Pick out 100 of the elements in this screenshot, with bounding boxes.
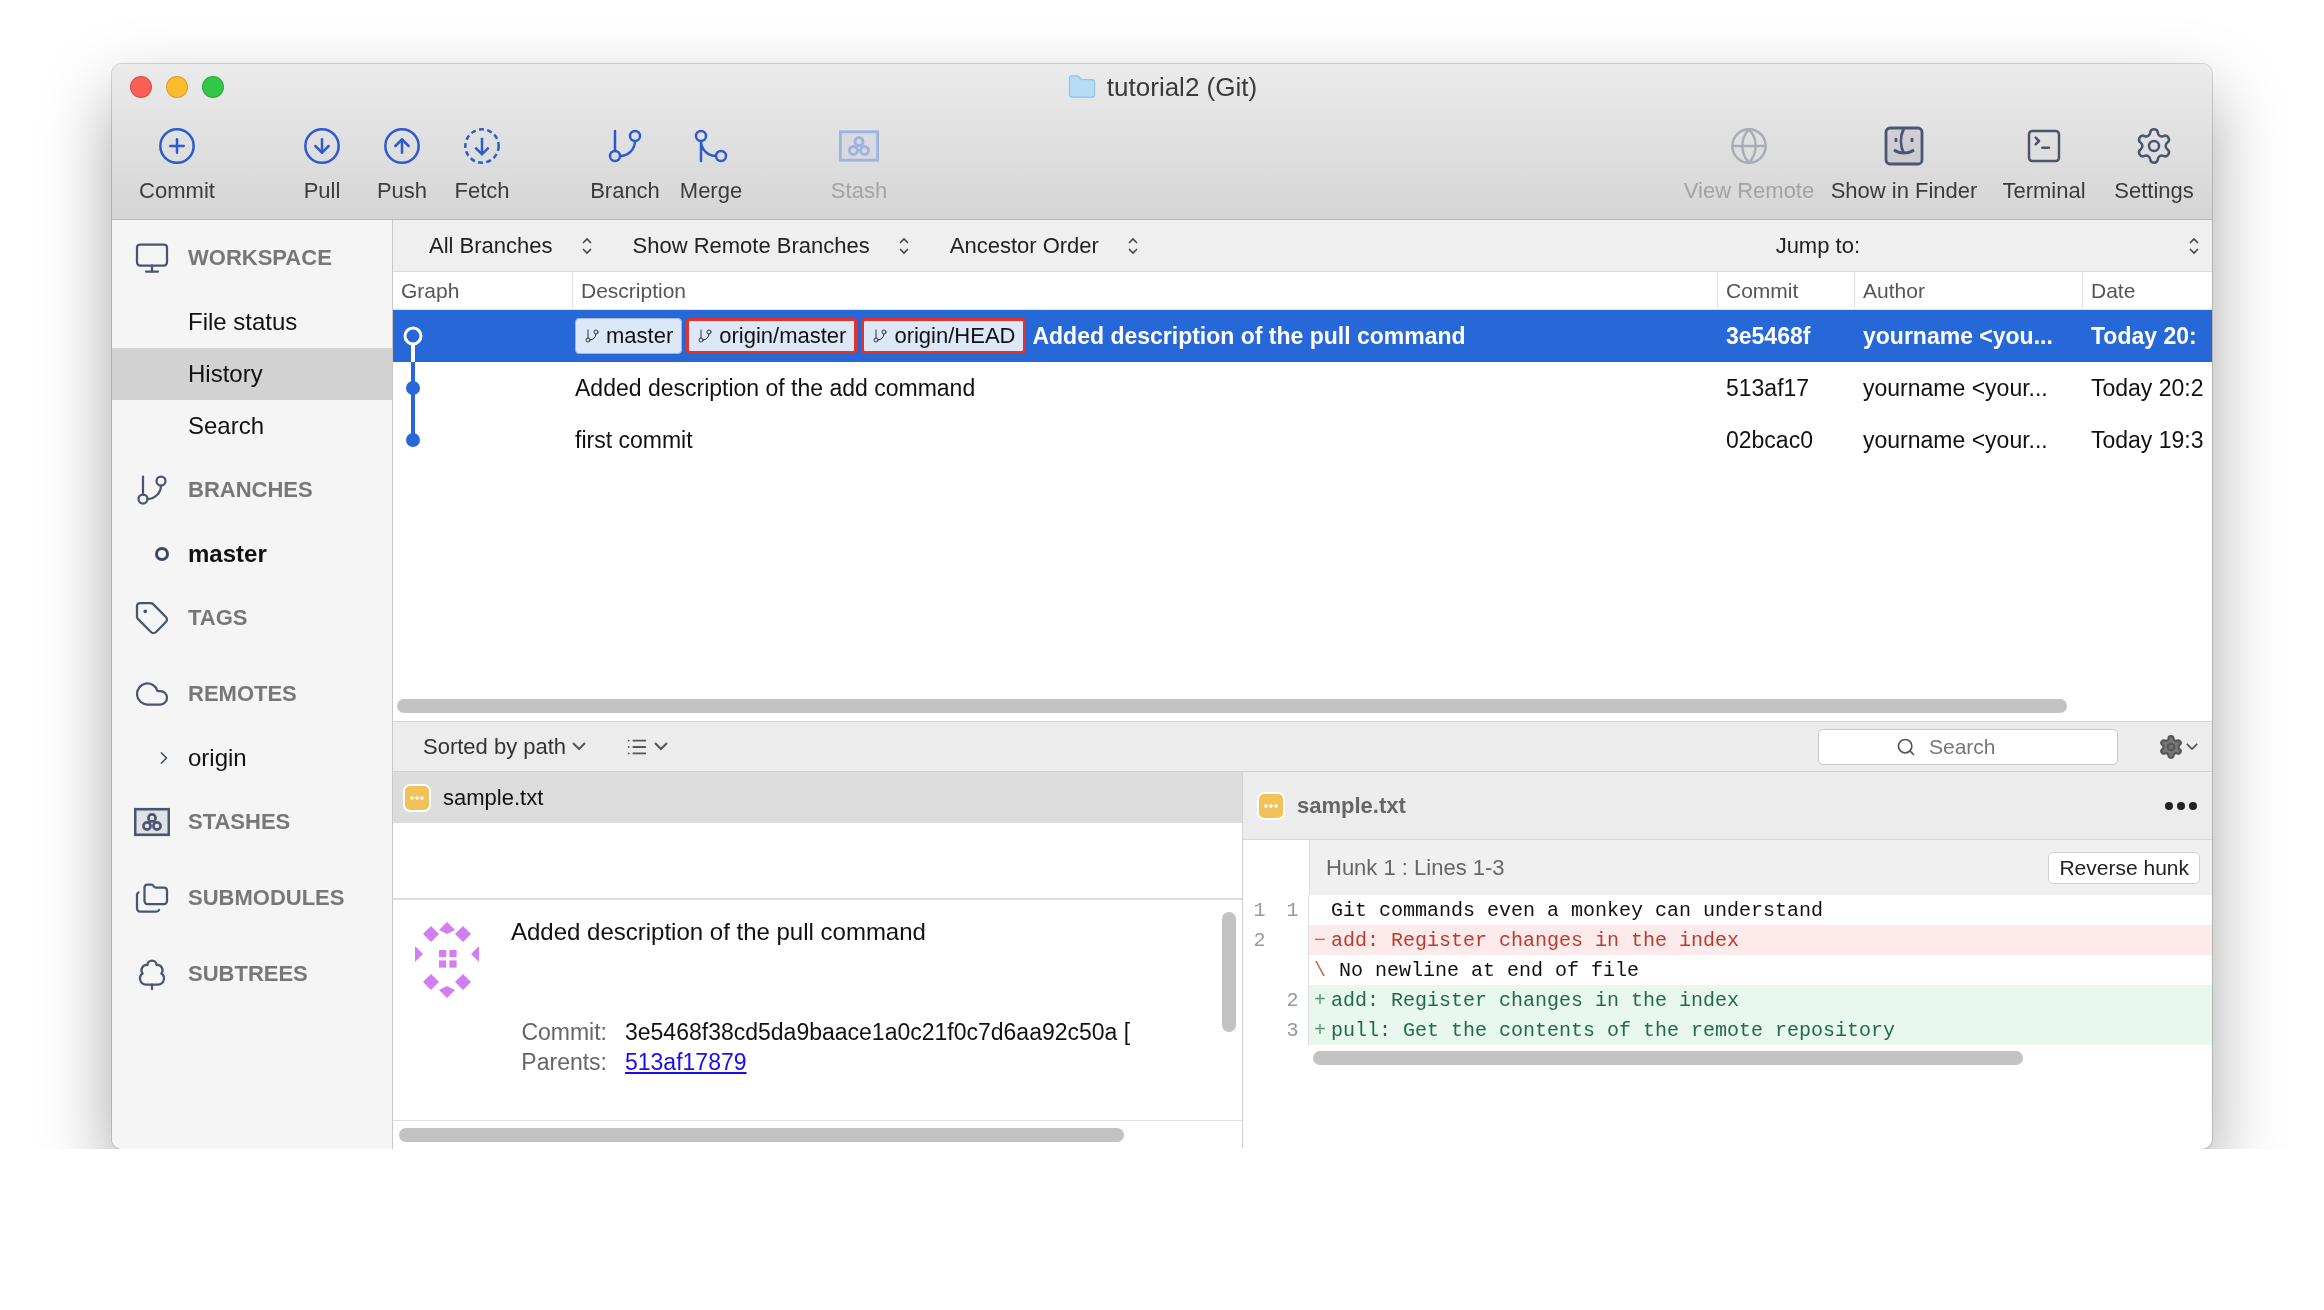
section-header[interactable]: BRANCHES <box>188 477 313 503</box>
diff-line: Git commands even a monkey can understand <box>1331 898 1824 922</box>
line-number: 2 <box>1285 988 1300 1012</box>
diff-sign: + <box>1313 988 1327 1012</box>
sidebar-item[interactable]: master <box>112 528 392 580</box>
download-icon <box>302 125 342 166</box>
sidebar-item[interactable]: origin <box>112 732 392 784</box>
line-number: 2 <box>1252 928 1267 952</box>
finder-icon <box>1884 125 1924 166</box>
field-value: 3e5468f38cd5da9baace1a0c21f0c7d6aa92c50a [ <box>625 1018 1131 1047</box>
up-down-icon <box>580 235 593 256</box>
scrollbar[interactable] <box>397 698 2067 713</box>
branch-tag[interactable]: origin/master <box>686 318 858 354</box>
diff-file-name: sample.txt <box>1297 792 1406 819</box>
tag-icon <box>134 600 170 636</box>
diff-sign: − <box>1313 928 1327 952</box>
more-button[interactable] <box>2164 800 2198 811</box>
commit-message: Added description of the add command <box>575 374 976 402</box>
modified-file-icon <box>403 783 431 812</box>
folders-icon <box>134 880 170 916</box>
chevron-icon <box>654 742 669 751</box>
monitor-icon <box>134 240 170 276</box>
section-header[interactable]: STASHES <box>188 809 291 835</box>
minimize-button[interactable] <box>166 76 188 98</box>
branch-icon <box>697 328 714 344</box>
commit-date: Today 20: <box>2090 322 2198 350</box>
toolbar-button[interactable]: Merge <box>668 125 754 204</box>
column-header[interactable]: Commit <box>1726 278 1799 303</box>
reverse-hunk-button[interactable]: Reverse hunk <box>2048 851 2200 884</box>
section-header[interactable]: SUBMODULES <box>188 885 345 911</box>
commit-date: Today 19:3 <box>2090 426 2205 454</box>
up-down-icon <box>1126 235 1139 256</box>
filter-select[interactable]: Show Remote Branches <box>632 232 910 259</box>
commit-author: yourname <your... <box>1862 426 2049 454</box>
upload-icon <box>382 125 422 166</box>
scrollbar[interactable] <box>1313 1051 2023 1065</box>
toolbar-button[interactable]: Show in Finder <box>1824 125 1984 204</box>
jump-label: Jump to: <box>1775 232 1860 259</box>
section-header[interactable]: SUBTREES <box>188 961 308 987</box>
branch-tag[interactable]: origin/HEAD <box>861 318 1027 354</box>
filter-select[interactable]: Ancestor Order <box>949 232 1139 259</box>
line-number: 3 <box>1285 1018 1300 1042</box>
window-title: tutorial2 (Git) <box>1106 71 1258 103</box>
globe-icon <box>1729 125 1769 166</box>
column-header[interactable]: Date <box>2091 278 2136 303</box>
diff-sign: \ <box>1313 958 1327 982</box>
sidebar-item[interactable]: File status <box>112 296 392 348</box>
commit-row[interactable]: master origin/master origin/HEAD Added description of the pull command 3e5468f yourname <you... Today 20: <box>393 310 2212 362</box>
toolbar-button[interactable]: Commit <box>112 125 242 204</box>
scrollbar[interactable] <box>399 1127 1124 1142</box>
up-down-icon <box>897 235 910 256</box>
sidebar-item[interactable]: History <box>112 348 392 400</box>
diff-line: pull: Get the contents of the remote repository <box>1331 1018 1896 1042</box>
zoom-button[interactable] <box>202 76 224 98</box>
plus-icon <box>157 125 197 166</box>
commit-message: Added description of the pull command <box>511 918 927 947</box>
toolbar-button[interactable]: Pull <box>282 125 362 204</box>
section-header[interactable]: TAGS <box>188 605 248 631</box>
commit-hash: 513af17 <box>1725 374 1811 402</box>
settings-dropdown[interactable] <box>2158 733 2198 760</box>
commit-message: Added description of the pull command <box>1031 322 1466 350</box>
toolbar-button[interactable]: Branch <box>582 125 668 204</box>
section-header[interactable]: REMOTES <box>188 681 297 707</box>
gear-icon <box>2158 733 2184 760</box>
section-header[interactable]: WORKSPACE <box>188 245 332 271</box>
modified-file-icon <box>1257 791 1285 820</box>
commit-author: yourname <you... <box>1862 322 2054 350</box>
line-number: 1 <box>1252 898 1267 922</box>
toolbar-button[interactable]: Push <box>362 125 442 204</box>
up-down-icon <box>2188 235 2200 256</box>
parent-link[interactable]: 513af17879 <box>625 1047 747 1078</box>
column-header[interactable]: Graph <box>401 278 460 303</box>
close-button[interactable] <box>130 76 152 98</box>
diff-line: No newline at end of file <box>1338 958 1640 982</box>
filter-select[interactable]: All Branches <box>429 232 593 259</box>
search-icon <box>1896 736 1916 757</box>
commit-hash: 02bcac0 <box>1725 426 1814 454</box>
commit-author: yourname <your... <box>1862 374 2049 402</box>
chevron-icon <box>572 742 587 751</box>
branch-tag[interactable]: master <box>575 318 683 354</box>
field-label: Parents: <box>520 1047 607 1077</box>
branch-icon <box>134 472 170 508</box>
diff-line: add: Register changes in the index <box>1331 928 1740 952</box>
search-field[interactable]: Search <box>1818 728 2118 765</box>
column-header[interactable]: Description <box>581 278 687 303</box>
hunk-header: Hunk 1 : Lines 1-3 <box>1326 854 1505 881</box>
sort-dropdown[interactable]: Sorted by path <box>423 733 587 760</box>
commit-date: Today 20:2 <box>2090 374 2205 402</box>
fetch-icon <box>462 125 502 166</box>
diff-sign: + <box>1313 1018 1327 1042</box>
file-row[interactable]: sample.txt <box>393 772 1242 823</box>
diff-line: add: Register changes in the index <box>1331 988 1740 1012</box>
toolbar-button[interactable]: Settings <box>2104 125 2204 204</box>
field-label: Commit: <box>520 1018 607 1047</box>
scrollbar[interactable] <box>1222 912 1236 1032</box>
sidebar-item[interactable]: Search <box>112 400 392 452</box>
toolbar-button[interactable]: Terminal <box>1984 125 2104 204</box>
column-header[interactable]: Author <box>1863 278 1925 303</box>
toolbar-button[interactable]: Fetch <box>442 125 522 204</box>
line-number: 1 <box>1285 898 1300 922</box>
